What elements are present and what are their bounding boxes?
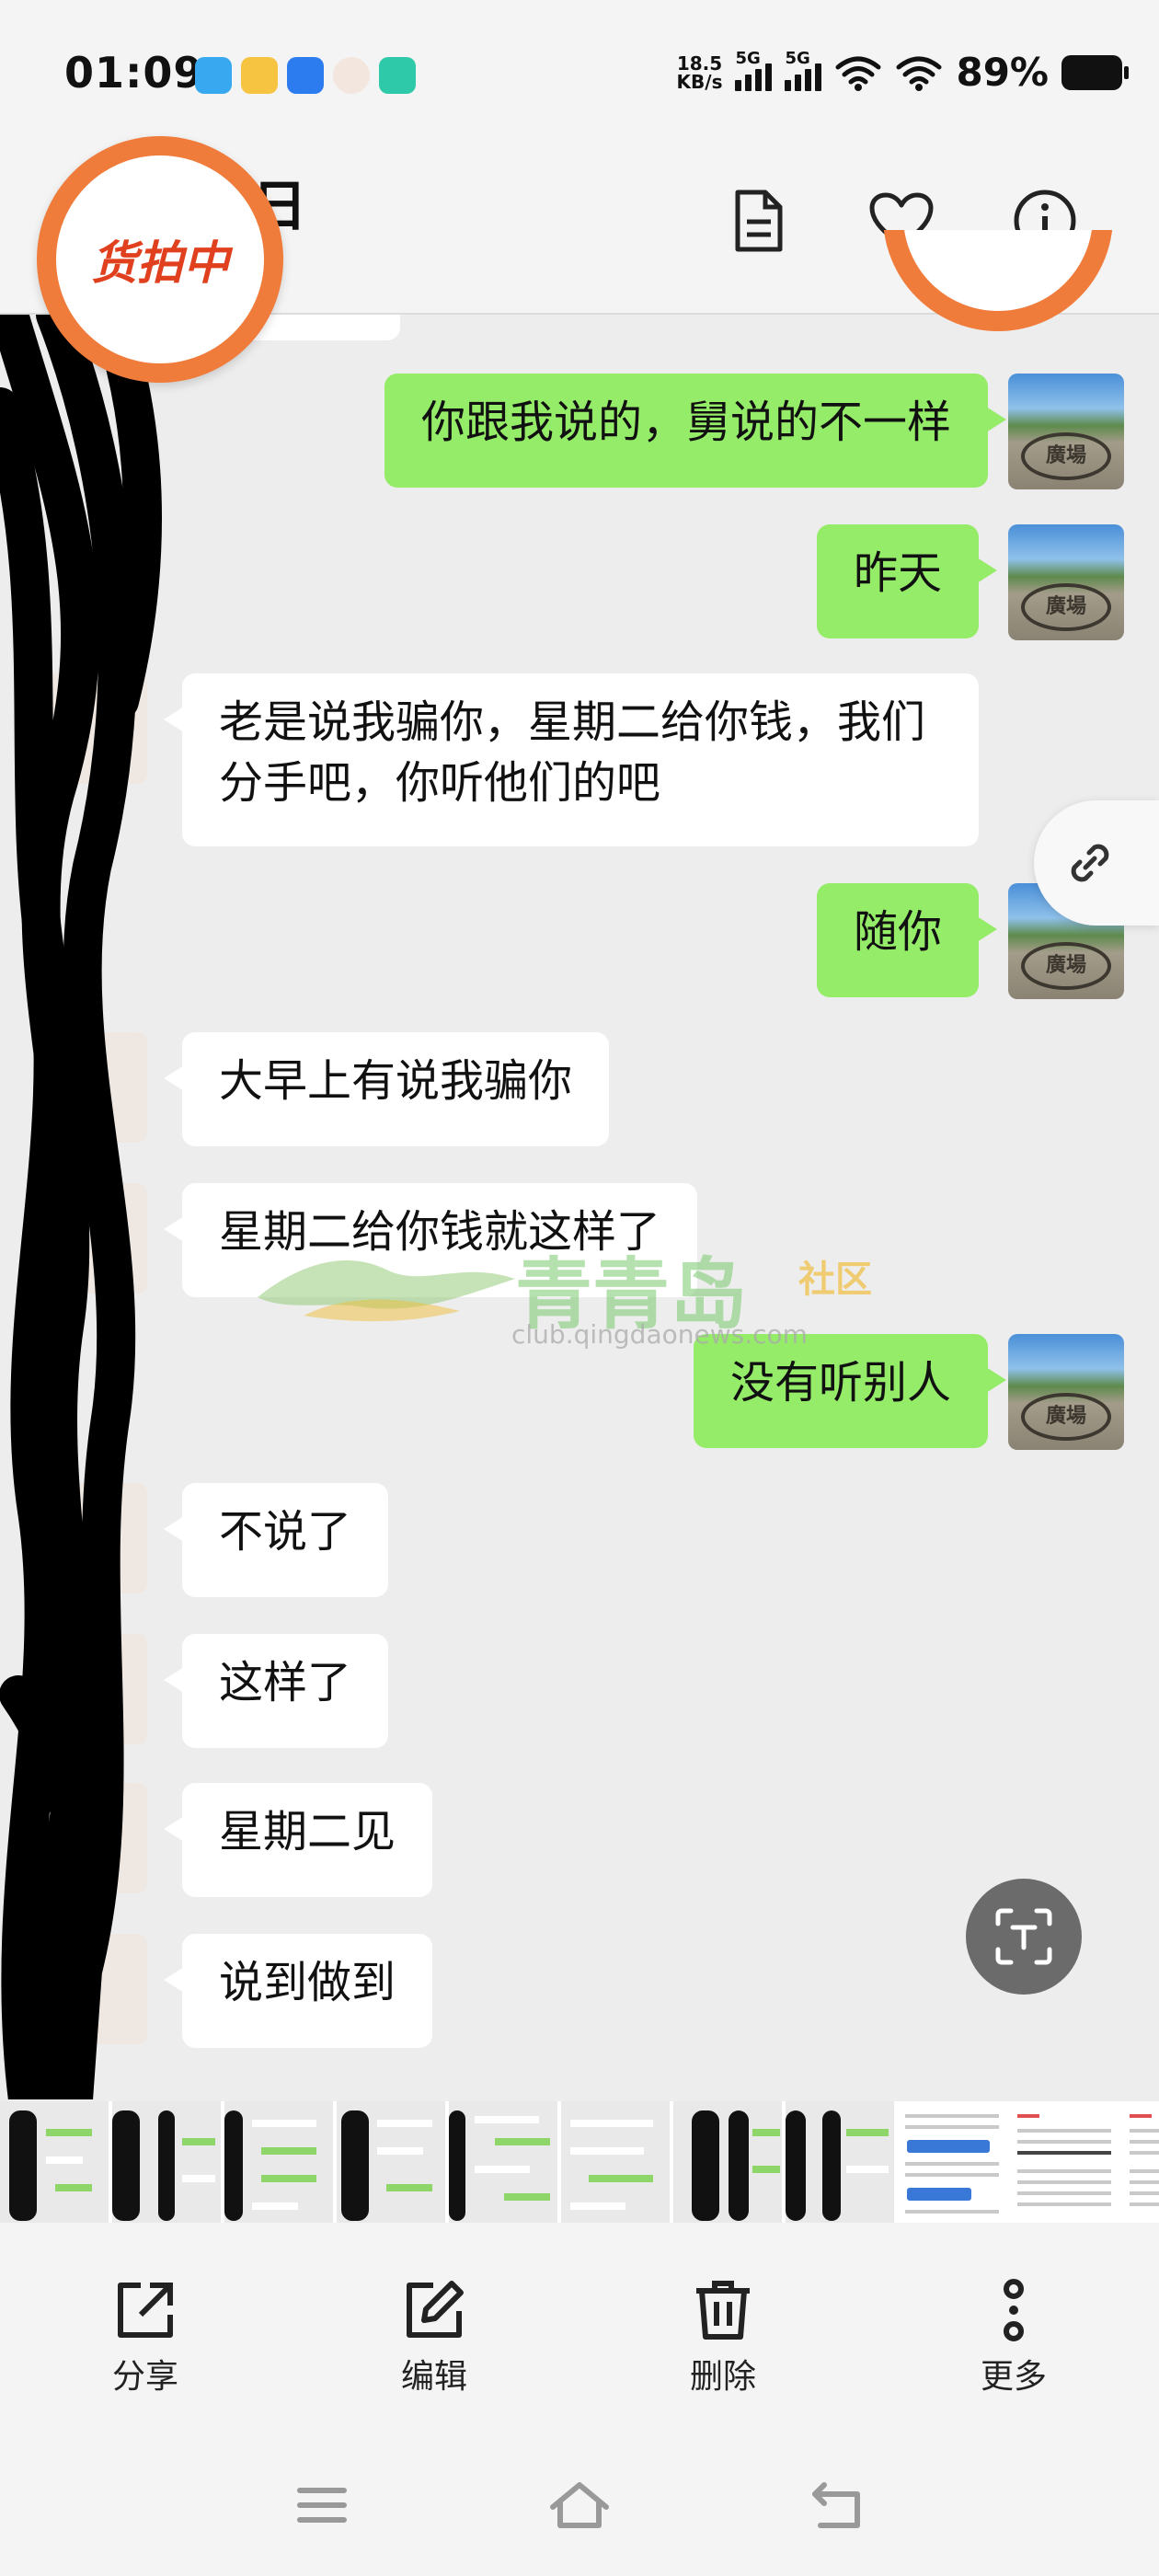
back-button[interactable] [800,2475,874,2536]
scan-text-button[interactable] [966,1879,1082,1995]
link-button[interactable] [1034,800,1159,926]
my-avatar[interactable]: 廣場 [1008,1334,1124,1450]
home-icon [550,2482,609,2528]
contact-avatar[interactable] [37,673,147,784]
contact-avatar[interactable] [37,1783,147,1893]
battery-icon [1061,54,1129,90]
edit-button[interactable]: 编辑 [342,2278,526,2398]
message-bubble-incoming[interactable]: 说到做到 [163,1934,433,2048]
message-bubble-incoming[interactable]: 大早上有说我骗你 [163,1032,610,1146]
message-bubble-incoming[interactable]: 不说了 [163,1483,389,1597]
notification-app-icon [333,57,370,94]
notification-app-icon [287,57,324,94]
thumbnail[interactable] [1010,2101,1119,2223]
message-bubble-incoming[interactable]: 老是说我骗你，星期二给你钱，我们分手吧，你听他们的吧 [164,673,979,846]
signal-icon: 5G [735,49,773,91]
live-badge[interactable]: 货拍中 [37,136,283,383]
recents-button[interactable] [285,2475,359,2536]
thumbnail[interactable] [1122,2101,1159,2223]
edit-icon [407,2281,464,2338]
thumbnail[interactable] [786,2101,894,2223]
thumbnail[interactable] [898,2101,1006,2223]
link-icon [1071,844,1109,882]
message-bubble-outgoing[interactable]: 你跟我说的，舅说的不一样 [384,374,1007,488]
thumbnail[interactable] [112,2101,221,2223]
notification-app-icon [195,57,232,94]
more-icon [1004,2279,1024,2341]
message-bubble-incoming[interactable]: 这样了 [163,1634,389,1748]
status-time: 01:09 [64,48,204,98]
my-avatar[interactable]: 廣場 [1008,374,1124,489]
network-speed: 18.5 KB/s [676,52,723,93]
contact-avatar[interactable] [37,1934,147,2044]
contact-avatar[interactable] [37,1032,147,1143]
home-button[interactable] [543,2475,616,2536]
scan-text-icon [995,1908,1052,1965]
thumbnail[interactable] [449,2101,557,2223]
thumbnail[interactable] [673,2101,782,2223]
message-bubble-incoming[interactable]: 星期二见 [163,1783,433,1897]
contact-avatar[interactable] [37,1634,147,1744]
notification-app-icon [379,57,416,94]
trash-icon [696,2281,750,2340]
action-bar: 分享 编辑 删除 更多 [0,2223,1159,2434]
wifi-icon [835,56,881,91]
contact-avatar[interactable] [37,1183,147,1294]
menu-icon [297,2488,347,2523]
notification-app-icon [241,57,278,94]
thumbnail[interactable] [561,2101,670,2223]
share-icon [118,2283,173,2338]
thumbnail[interactable] [0,2101,109,2223]
message-bubble-outgoing[interactable]: 没有听别人 [693,1334,1007,1448]
battery-percent: 89% [956,50,1049,95]
message-bubble-outgoing[interactable]: 昨天 [816,524,998,638]
contact-avatar[interactable] [37,1483,147,1593]
thumbnail[interactable] [224,2101,333,2223]
document-icon[interactable] [721,184,795,258]
share-button[interactable]: 分享 [53,2278,237,2398]
my-avatar[interactable]: 廣場 [1008,524,1124,640]
message-bubble-incoming[interactable]: 星期二给你钱就这样了 [163,1183,698,1297]
message-bubble-outgoing[interactable]: 随你 [816,883,998,997]
wifi-icon [896,56,942,91]
thumbnail-strip[interactable] [0,2101,1159,2223]
back-icon [812,2482,860,2528]
live-badge-text: 货拍中 [56,155,264,363]
delete-button[interactable]: 删除 [631,2278,815,2398]
badge-edge [883,230,1113,377]
thumbnail[interactable] [337,2101,445,2223]
signal-icon: 5G [785,49,822,91]
system-nav-bar [0,2434,1159,2576]
chat-area[interactable]: 你跟我说的，舅说的不一样 廣場 昨天 廣場 老是说我骗你，星期二给你钱，我们分手… [0,315,1159,2101]
status-bar: 01:09 18.5 KB/s 5G 5G 89% [0,0,1159,156]
more-button[interactable]: 更多 [922,2278,1106,2398]
